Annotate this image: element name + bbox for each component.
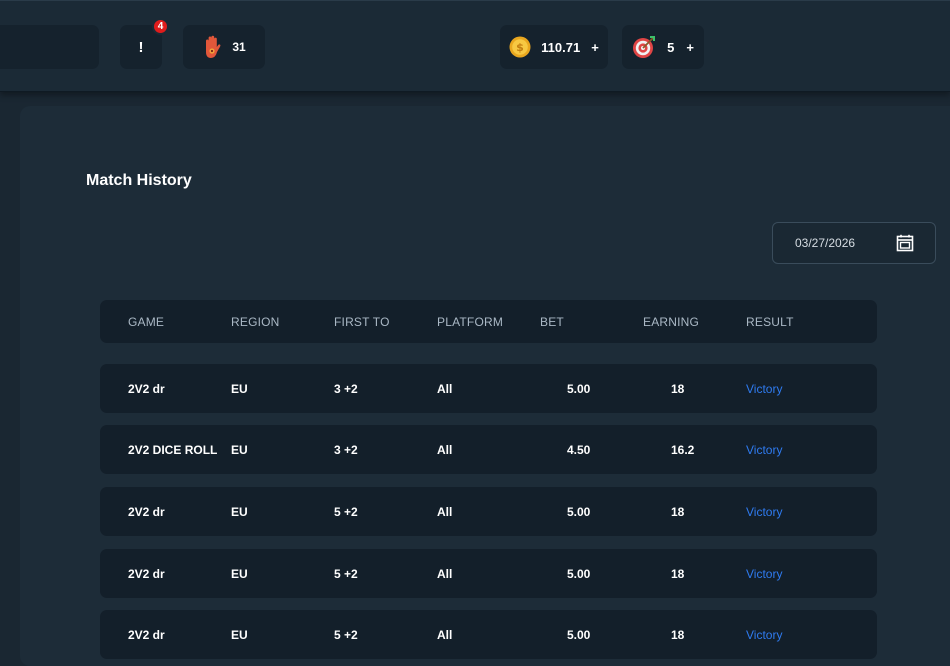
row-region: EU: [231, 627, 248, 642]
row-region: EU: [231, 381, 248, 396]
row-result[interactable]: Victory: [746, 443, 782, 457]
table-row[interactable]: 2V2 dr EU 3 +2 All 5.00 18 Victory: [100, 364, 877, 413]
column-header-result: RESULT: [746, 314, 794, 329]
table-header: GAME REGION FIRST TO PLATFORM BET EARNIN…: [100, 300, 877, 343]
column-header-first-to: FIRST TO: [334, 314, 390, 329]
row-platform: All: [437, 627, 453, 642]
row-first-to: 5 +2: [334, 566, 358, 581]
row-first-to: 3 +2: [334, 442, 358, 457]
row-platform: All: [437, 566, 453, 581]
row-game: 2V2 dr: [128, 504, 165, 519]
target-balance-value: 5: [667, 39, 675, 55]
top-bar: ! 4 31 $ 110.71 + 5 +: [0, 0, 950, 92]
column-header-region: REGION: [231, 314, 280, 329]
row-earning: 16.2: [671, 442, 695, 457]
notifications-button[interactable]: ! 4: [120, 18, 169, 69]
sidebar-edge: [0, 92, 20, 656]
page-title: Match History: [86, 172, 192, 189]
table-row[interactable]: 2V2 DICE ROLL EU 3 +2 All 4.50 16.2 Vict…: [100, 425, 877, 474]
coin-icon: $: [509, 36, 531, 58]
row-result[interactable]: Victory: [746, 505, 782, 519]
row-result[interactable]: Victory: [746, 382, 782, 396]
row-earning: 18: [671, 381, 685, 396]
row-bet: 5.00: [567, 381, 591, 396]
row-region: EU: [231, 442, 248, 457]
row-bet: 5.00: [567, 627, 591, 642]
table-row[interactable]: 2V2 dr EU 5 +2 All 5.00 18 Victory: [100, 549, 877, 598]
column-header-earning: EARNING: [643, 314, 700, 329]
table-row[interactable]: 2V2 dr EU 5 +2 All 5.00 18 Victory: [100, 487, 877, 536]
column-header-bet: BET: [540, 314, 564, 329]
row-game: 2V2 DICE ROLL: [128, 442, 218, 457]
row-result[interactable]: Victory: [746, 567, 782, 581]
hand-icon: [202, 35, 222, 59]
row-earning: 18: [671, 504, 685, 519]
row-first-to: 5 +2: [334, 627, 358, 642]
date-filter-value: 03/27/2026: [795, 236, 856, 250]
coin-balance-value: 110.71: [541, 39, 581, 55]
row-bet: 5.00: [567, 504, 591, 519]
row-region: EU: [231, 504, 248, 519]
svg-text:$: $: [516, 41, 524, 54]
row-first-to: 5 +2: [334, 504, 358, 519]
row-earning: 18: [671, 627, 685, 642]
notifications-label: !: [138, 38, 144, 56]
row-game: 2V2 dr: [128, 566, 165, 581]
target-balance[interactable]: 5 +: [622, 25, 704, 69]
row-bet: 4.50: [567, 442, 591, 457]
row-first-to: 3 +2: [334, 381, 358, 396]
table-row[interactable]: 2V2 dr EU 5 +2 All 5.00 18 Victory: [100, 610, 877, 659]
row-platform: All: [437, 442, 453, 457]
column-header-game: GAME: [128, 314, 165, 329]
coin-balance[interactable]: $ 110.71 +: [500, 25, 608, 69]
add-coins-button[interactable]: +: [591, 40, 599, 55]
search-box[interactable]: [0, 25, 99, 69]
row-platform: All: [437, 504, 453, 519]
row-region: EU: [231, 566, 248, 581]
row-game: 2V2 dr: [128, 381, 165, 396]
row-platform: All: [437, 381, 453, 396]
add-targets-button[interactable]: +: [686, 40, 694, 55]
row-result[interactable]: Victory: [746, 628, 782, 642]
calendar-icon[interactable]: [896, 234, 914, 255]
row-earning: 18: [671, 566, 685, 581]
notification-count-badge: 4: [152, 18, 169, 35]
column-header-platform: PLATFORM: [437, 314, 504, 329]
row-game: 2V2 dr: [128, 627, 165, 642]
hand-count-value: 31: [232, 40, 246, 54]
hand-counter[interactable]: 31: [183, 25, 265, 69]
target-icon: [632, 35, 656, 59]
date-filter-input[interactable]: 03/27/2026: [772, 222, 936, 264]
row-bet: 5.00: [567, 566, 591, 581]
